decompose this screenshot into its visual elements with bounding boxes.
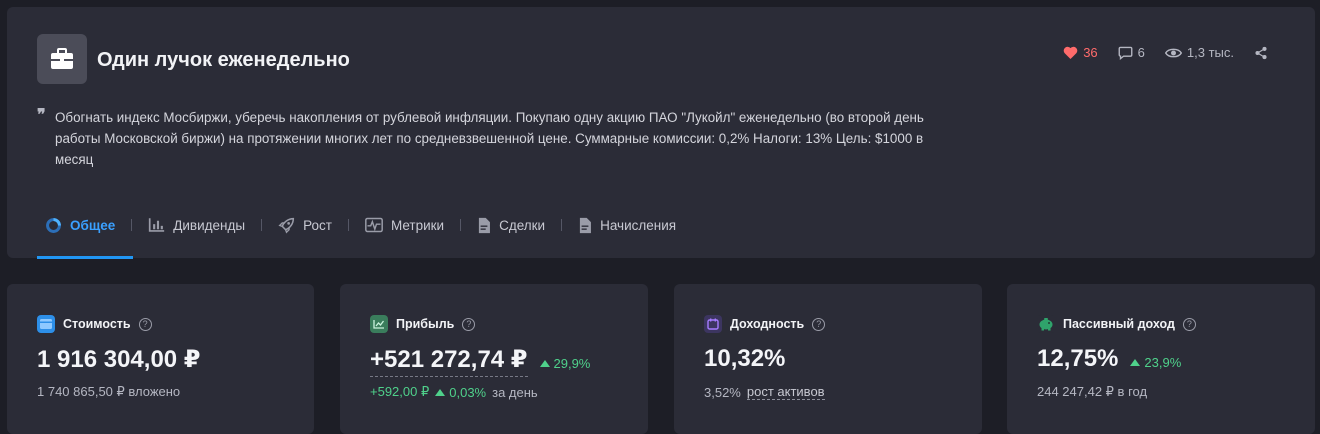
- percent-text: 0,03%: [449, 384, 487, 400]
- document-icon: [478, 217, 491, 233]
- piggy-bank-icon: [1037, 315, 1055, 333]
- like-button[interactable]: 36: [1063, 45, 1098, 60]
- yield-card: Доходность ? 10,32% 3,52% рост активов: [674, 284, 982, 434]
- tab-dividends[interactable]: Дивиденды: [140, 210, 253, 240]
- tab-divider: [347, 219, 349, 231]
- passive-value: 12,75%: [1037, 345, 1119, 372]
- card-header: Доходность ?: [704, 315, 826, 333]
- value-card: Стоимость ? 1 916 304,00 ₽ 1 740 865,50 …: [7, 284, 314, 434]
- daily-percent: 0,03%: [435, 385, 486, 400]
- comments-button[interactable]: 6: [1118, 45, 1145, 60]
- tab-label: Начисления: [600, 217, 677, 233]
- views-count: 1,3 тыс.: [1186, 45, 1234, 60]
- trend-chart-icon: [370, 315, 388, 333]
- yield-value: 10,32%: [704, 345, 786, 372]
- tab-label: Общее: [70, 217, 116, 233]
- tab-growth[interactable]: Рост: [270, 210, 340, 240]
- views-stat: 1,3 тыс.: [1164, 45, 1234, 60]
- tab-divider: [261, 219, 263, 231]
- tab-accruals[interactable]: Начисления: [570, 210, 684, 240]
- card-label: Стоимость: [63, 317, 131, 331]
- card-subline: 1 740 865,50 ₽ вложено: [37, 384, 180, 400]
- tab-divider: [131, 219, 133, 231]
- passive-percent: 23,9%: [1130, 355, 1181, 370]
- briefcase-icon: [37, 34, 87, 84]
- yearly-income: 244 247,42 ₽ в год: [1037, 384, 1148, 399]
- pulse-icon: [365, 217, 383, 233]
- tab-label: Рост: [303, 217, 332, 233]
- quote-icon: ❞: [37, 105, 46, 124]
- card-header: Стоимость ?: [37, 315, 152, 333]
- arrow-up-icon: [1130, 359, 1141, 366]
- help-icon[interactable]: ?: [462, 317, 476, 331]
- profit-card: Прибыль ? +521 272,74 ₽ 29,9% +592,00 ₽ …: [340, 284, 648, 434]
- card-amount: +521 272,74 ₽ 29,9%: [370, 345, 590, 377]
- bar-chart-icon: [149, 218, 165, 232]
- percent-text: 23,9%: [1144, 355, 1182, 370]
- rocket-icon: [278, 217, 295, 234]
- card-header: Прибыль ?: [370, 315, 476, 333]
- tab-label: Метрики: [390, 217, 445, 233]
- share-icon: [1255, 46, 1267, 59]
- card-label: Прибыль: [396, 317, 455, 331]
- comment-icon: [1118, 46, 1133, 60]
- tab-label: Сделки: [499, 217, 546, 233]
- calendar-icon: [704, 315, 722, 333]
- profit-value[interactable]: +521 272,74 ₽: [370, 345, 528, 377]
- invested-amount: 1 740 865,50 ₽ вложено: [37, 384, 181, 399]
- daily-suffix: за день: [492, 384, 538, 400]
- page-title: Один лучок еженедельно: [97, 49, 350, 71]
- card-amount: 1 916 304,00 ₽: [37, 345, 201, 374]
- help-icon[interactable]: ?: [138, 317, 152, 331]
- card-subline: 244 247,42 ₽ в год: [1037, 384, 1147, 400]
- arrow-up-icon: [435, 388, 446, 396]
- eye-icon: [1164, 48, 1182, 57]
- passive-income-card: Пассивный доход ? 12,75% 23,9% 244 247,4…: [1007, 284, 1315, 434]
- card-amount: 12,75% 23,9%: [1037, 345, 1181, 373]
- tab-metrics[interactable]: Метрики: [357, 210, 452, 240]
- likes-count: 36: [1083, 45, 1098, 60]
- help-icon[interactable]: ?: [1182, 317, 1196, 331]
- arrow-up-icon: [539, 360, 550, 367]
- tab-deals[interactable]: Сделки: [469, 210, 553, 240]
- help-icon[interactable]: ?: [812, 317, 826, 331]
- daily-amount: +592,00 ₽: [370, 384, 430, 399]
- wallet-icon: [37, 315, 55, 333]
- portfolio-description: Обогнать индекс Мосбиржи, уберечь накопл…: [55, 110, 924, 167]
- percent-text: 29,9%: [553, 356, 591, 371]
- tab-label: Дивиденды: [173, 217, 246, 233]
- card-subline: +592,00 ₽ 0,03% за день: [370, 384, 538, 400]
- card-amount: 10,32%: [704, 345, 785, 373]
- card-label: Пассивный доход: [1063, 317, 1175, 331]
- share-button[interactable]: [1254, 46, 1268, 60]
- portfolio-tabs: Общее Дивиденды Рост Метрики Сделки Начи…: [37, 210, 684, 259]
- donut-chart-icon: [46, 217, 61, 233]
- tab-divider: [561, 219, 563, 231]
- heart-icon: [1063, 46, 1078, 59]
- document-icon: [579, 217, 592, 233]
- portfolio-value: 1 916 304,00 ₽: [37, 346, 201, 373]
- portfolio-header-panel: Один лучок еженедельно 36 6 1,3 тыс. ❞ О…: [7, 7, 1315, 259]
- yield-sub-value: 3,52%: [704, 384, 741, 400]
- portfolio-stats: 36 6 1,3 тыс.: [1063, 45, 1268, 60]
- comments-count: 6: [1137, 45, 1145, 60]
- card-subline: 3,52% рост активов: [704, 384, 825, 400]
- tab-general[interactable]: Общее: [37, 210, 134, 259]
- tab-divider: [460, 219, 462, 231]
- asset-growth-link[interactable]: рост активов: [746, 384, 825, 400]
- profit-percent: 29,9%: [539, 356, 591, 371]
- card-header: Пассивный доход ?: [1037, 315, 1196, 333]
- card-label: Доходность: [730, 317, 805, 331]
